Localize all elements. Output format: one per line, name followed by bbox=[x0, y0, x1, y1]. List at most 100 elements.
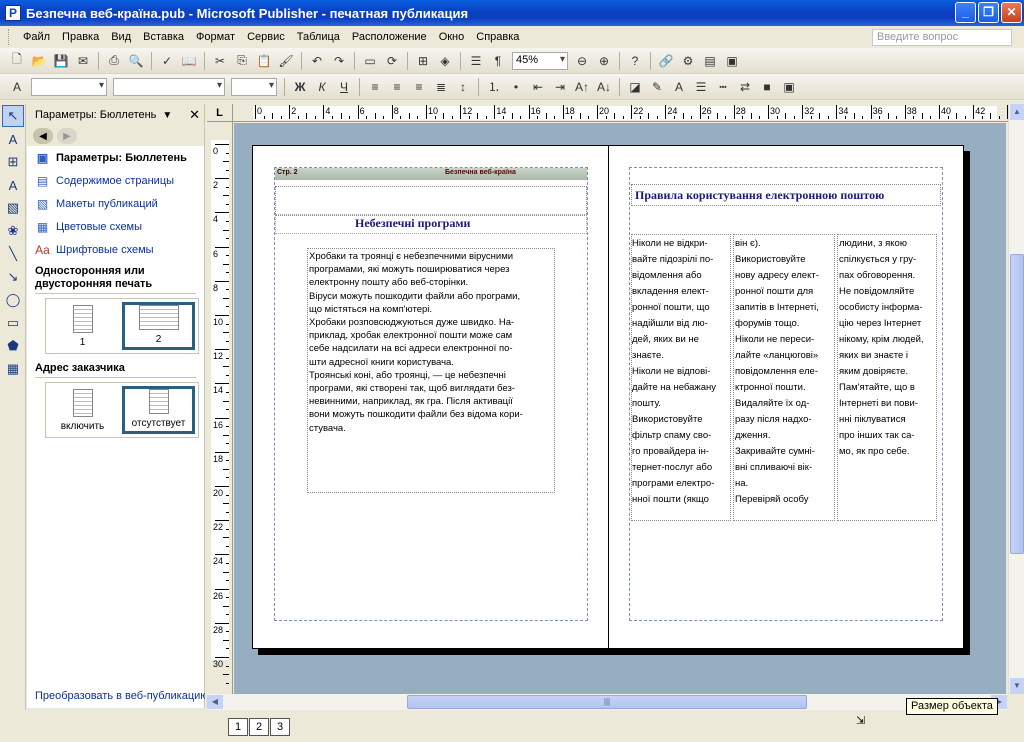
arrange-icon[interactable]: ▭ bbox=[360, 51, 380, 71]
shadow-style-icon[interactable]: ■ bbox=[757, 77, 777, 97]
scroll-down-icon[interactable]: ▼ bbox=[1010, 678, 1024, 694]
open-icon[interactable]: 📂 bbox=[29, 51, 49, 71]
menu-insert[interactable]: Вставка bbox=[137, 29, 190, 45]
clip-art-icon[interactable]: ❀ bbox=[2, 220, 24, 242]
right-col1-text[interactable]: Ніколи не відкри-вайте підозрілі по-відо… bbox=[632, 236, 730, 508]
zoom-in-icon[interactable]: ⊕ bbox=[594, 51, 614, 71]
rectangle-tool-icon[interactable]: ▭ bbox=[2, 312, 24, 334]
vertical-scroll-thumb[interactable] bbox=[1010, 254, 1024, 554]
cut-icon[interactable]: ✂ bbox=[210, 51, 230, 71]
menu-view[interactable]: Вид bbox=[105, 29, 137, 45]
link-newsletter-options[interactable]: ▣ Параметры: Бюллетень bbox=[27, 146, 204, 169]
publisher-app-icon[interactable]: P bbox=[5, 5, 21, 21]
page-tab-3[interactable]: 3 bbox=[270, 718, 290, 736]
horizontal-scrollbar[interactable]: ◀ ||| ▶ bbox=[207, 694, 1007, 710]
scroll-left-icon[interactable]: ◀ bbox=[207, 695, 223, 709]
font-color-icon[interactable]: A bbox=[669, 77, 689, 97]
menu-edit[interactable]: Правка bbox=[56, 29, 105, 45]
line-color-icon[interactable]: ✎ bbox=[647, 77, 667, 97]
justify-icon[interactable]: ≣ bbox=[431, 77, 451, 97]
underline-icon[interactable]: Ч bbox=[334, 77, 354, 97]
page-spread[interactable]: Стр. 2 Безпечна веб-країна Небезпечні пр… bbox=[252, 145, 964, 650]
3d-style-icon[interactable]: ▣ bbox=[779, 77, 799, 97]
zoom-out-icon[interactable]: ⊖ bbox=[572, 51, 592, 71]
dropdown-arrow-icon[interactable]: ▼ bbox=[162, 110, 172, 121]
ruler-corner[interactable]: L bbox=[207, 104, 233, 122]
spelling-icon[interactable]: ✓ bbox=[157, 51, 177, 71]
single-sided-option[interactable]: 1 bbox=[49, 302, 116, 350]
send-icon[interactable]: ✉ bbox=[73, 51, 93, 71]
style-select[interactable] bbox=[31, 77, 107, 96]
align-left-icon[interactable]: ≡ bbox=[365, 77, 385, 97]
italic-icon[interactable]: К bbox=[312, 77, 332, 97]
vertical-ruler[interactable]: 0 2 4 6 8 10 12 14 16 18 20 22 24 26 28 30 bbox=[207, 122, 233, 694]
vertical-scrollbar[interactable]: ▲ ▼ bbox=[1008, 104, 1024, 694]
redo-icon[interactable]: ↷ bbox=[329, 51, 349, 71]
undo-icon[interactable]: ↶ bbox=[307, 51, 327, 71]
picture-frame-icon[interactable]: ▧ bbox=[2, 197, 24, 219]
print-preview-icon[interactable]: 🔍 bbox=[126, 51, 146, 71]
no-address-option[interactable]: отсутствует bbox=[122, 386, 195, 434]
page-tab-2[interactable]: 2 bbox=[249, 718, 269, 736]
minimize-button[interactable]: _ bbox=[955, 2, 976, 23]
menu-tools[interactable]: Сервис bbox=[241, 29, 291, 45]
format-painter-icon[interactable]: 🖌 bbox=[276, 51, 296, 71]
columns-icon[interactable]: ☰ bbox=[466, 51, 486, 71]
styles-icon[interactable]: A bbox=[7, 77, 27, 97]
print-icon[interactable]: ⎙ bbox=[104, 51, 124, 71]
menu-help[interactable]: Справка bbox=[470, 29, 525, 45]
task-pane-header[interactable]: Параметры: Бюллетень ▼ ✕ bbox=[27, 104, 204, 126]
font-size-down-icon[interactable]: A↓ bbox=[594, 77, 614, 97]
link-font-schemes[interactable]: Aa Шрифтовые схемы bbox=[27, 238, 204, 261]
menu-window[interactable]: Окно bbox=[433, 29, 471, 45]
wordart-tool-icon[interactable]: A bbox=[2, 174, 24, 196]
left-title-frame[interactable] bbox=[275, 186, 587, 216]
forward-icon[interactable]: ▶ bbox=[57, 128, 77, 144]
convert-to-web-link[interactable]: Преобразовать в веб-публикацию bbox=[35, 690, 205, 702]
select-pointer-icon[interactable]: ↖ bbox=[2, 105, 24, 127]
dash-style-icon[interactable]: ┅ bbox=[713, 77, 733, 97]
link-color-schemes[interactable]: ▦ Цветовые схемы bbox=[27, 215, 204, 238]
right-page-title[interactable]: Правила користування електронною поштою bbox=[635, 188, 884, 203]
font-size-select[interactable] bbox=[231, 77, 277, 96]
help-icon[interactable]: ? bbox=[625, 51, 645, 71]
restore-button[interactable]: ❐ bbox=[978, 2, 999, 23]
object-size-icon[interactable]: ⇲ bbox=[856, 714, 872, 730]
menu-arrange[interactable]: Расположение bbox=[346, 29, 433, 45]
workspace[interactable]: Стр. 2 Безпечна веб-країна Небезпечні пр… bbox=[234, 123, 1006, 694]
line-tool-icon[interactable]: ╲ bbox=[2, 243, 24, 265]
line-style-icon[interactable]: ☰ bbox=[691, 77, 711, 97]
left-page-header[interactable]: Стр. 2 Безпечна веб-країна bbox=[275, 168, 587, 180]
horizontal-scroll-thumb[interactable]: ||| bbox=[407, 695, 807, 709]
copy-icon[interactable]: ⎘ bbox=[232, 51, 252, 71]
horizontal-ruler[interactable]: 0246810121416182022242628303234363840424… bbox=[233, 104, 1008, 122]
align-center-icon[interactable]: ≡ bbox=[387, 77, 407, 97]
back-icon[interactable]: ◀ bbox=[33, 128, 53, 144]
link-publication-designs[interactable]: ▧ Макеты публикаций bbox=[27, 192, 204, 215]
menu-format[interactable]: Формат bbox=[190, 29, 241, 45]
rotate-icon[interactable]: ⟳ bbox=[382, 51, 402, 71]
scroll-up-icon[interactable]: ▲ bbox=[1010, 104, 1024, 120]
save-icon[interactable]: 💾 bbox=[51, 51, 71, 71]
picture-icon[interactable]: ▤ bbox=[700, 51, 720, 71]
autoshapes-icon[interactable]: ⬟ bbox=[2, 335, 24, 357]
design-gallery-icon[interactable]: ▦ bbox=[2, 358, 24, 380]
menu-file[interactable]: Файл bbox=[17, 29, 56, 45]
right-col3-text[interactable]: людини, з якою спілкується у гру-пах обго… bbox=[839, 236, 937, 460]
pilcrow-icon[interactable]: ¶ bbox=[488, 51, 508, 71]
bullets-icon[interactable]: • bbox=[506, 77, 526, 97]
new-icon[interactable]: 🗋 bbox=[7, 51, 27, 71]
page-tab-1[interactable]: 1 bbox=[228, 718, 248, 736]
decrease-indent-icon[interactable]: ⇤ bbox=[528, 77, 548, 97]
arrow-style-icon[interactable]: ⇄ bbox=[735, 77, 755, 97]
design-checker-icon[interactable]: ◈ bbox=[435, 51, 455, 71]
numbering-icon[interactable]: ⒈ bbox=[484, 77, 504, 97]
oval-tool-icon[interactable]: ◯ bbox=[2, 289, 24, 311]
font-size-up-icon[interactable]: A↑ bbox=[572, 77, 592, 97]
increase-indent-icon[interactable]: ⇥ bbox=[550, 77, 570, 97]
double-sided-option[interactable]: 2 bbox=[122, 302, 195, 350]
close-button[interactable]: ✕ bbox=[1001, 2, 1022, 23]
bold-icon[interactable]: Ж bbox=[290, 77, 310, 97]
align-right-icon[interactable]: ≡ bbox=[409, 77, 429, 97]
web-icon[interactable]: ⚙ bbox=[678, 51, 698, 71]
